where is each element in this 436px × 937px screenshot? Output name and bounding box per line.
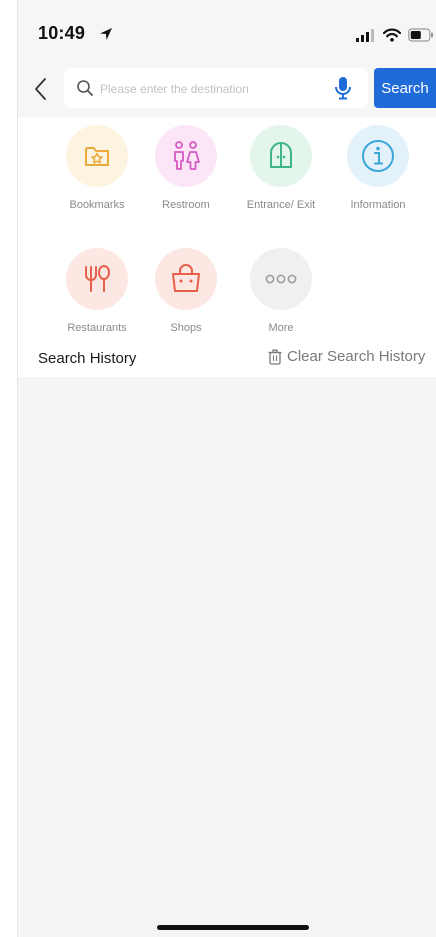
category-grid: Bookmarks Restroom Entrance/ Exit Inform… xyxy=(18,117,436,339)
microphone-icon xyxy=(335,77,351,100)
category-label: Information xyxy=(350,199,406,211)
trash-icon xyxy=(268,349,282,365)
fork-spoon-icon xyxy=(66,248,128,310)
category-shops[interactable]: Shops xyxy=(136,248,236,335)
search-history-header: Search History Clear Search History xyxy=(18,339,436,377)
search-history-title: Search History xyxy=(38,350,137,367)
category-information[interactable]: Information xyxy=(328,125,428,212)
app-screen: 10:49 Please enter the destination Searc… xyxy=(18,0,436,937)
category-label: More xyxy=(268,322,294,334)
more-dots-icon xyxy=(250,248,312,310)
category-entrance-exit[interactable]: Entrance/ Exit xyxy=(231,125,331,212)
category-label: Restroom xyxy=(162,199,210,211)
category-restroom[interactable]: Restroom xyxy=(136,125,236,212)
search-button[interactable]: Search xyxy=(374,68,436,108)
battery-icon xyxy=(408,28,433,42)
phone-screen: 10:49 Please enter the destination Searc… xyxy=(0,0,436,937)
signal-icon xyxy=(356,29,374,42)
shopping-bag-icon xyxy=(155,248,217,310)
category-label: Bookmarks xyxy=(69,199,125,211)
search-header: Search xyxy=(18,62,436,117)
category-restaurants[interactable]: Restaurants xyxy=(47,248,147,335)
voice-search-button[interactable] xyxy=(330,74,356,102)
home-indicator[interactable] xyxy=(157,925,309,930)
status-indicators xyxy=(356,26,434,44)
wifi-icon xyxy=(383,28,401,42)
search-icon xyxy=(77,80,93,96)
category-label: Entrance/ Exit xyxy=(246,199,316,211)
search-box xyxy=(64,68,368,110)
category-label: Shops xyxy=(170,322,202,334)
search-input[interactable] xyxy=(98,68,332,110)
location-arrow-icon xyxy=(100,28,112,40)
status-bar: 10:49 xyxy=(18,0,436,62)
chevron-left-icon xyxy=(35,78,46,100)
info-icon xyxy=(347,125,409,187)
clear-search-history-label: Clear Search History xyxy=(287,348,426,365)
door-icon xyxy=(250,125,312,187)
category-bookmarks[interactable]: Bookmarks xyxy=(47,125,147,212)
bookmark-folder-icon xyxy=(66,125,128,187)
category-more[interactable]: More xyxy=(231,248,331,335)
restroom-icon xyxy=(155,125,217,187)
category-label: Restaurants xyxy=(67,322,127,334)
back-button[interactable] xyxy=(26,70,54,108)
search-history-list xyxy=(18,377,436,937)
status-time: 10:49 xyxy=(38,23,86,43)
clear-search-history-button[interactable]: Clear Search History xyxy=(268,348,425,365)
